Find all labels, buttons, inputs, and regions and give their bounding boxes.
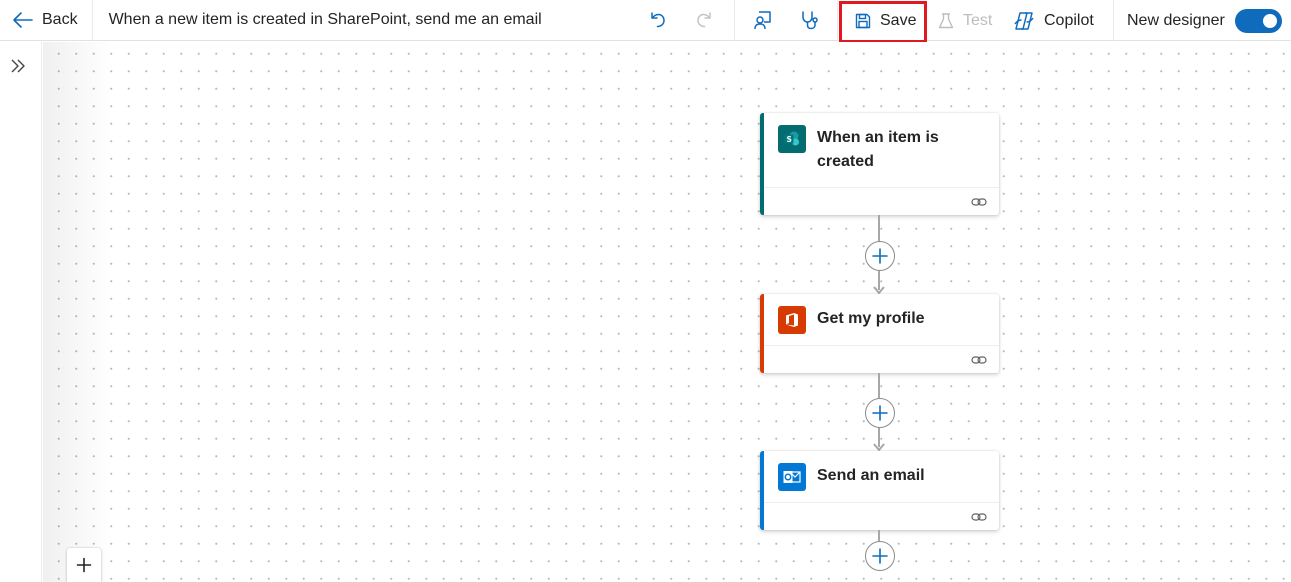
trigger-card[interactable]: S When an item is created: [760, 113, 999, 215]
flow-checker-icon: [754, 11, 771, 30]
flow-checker-button[interactable]: [747, 4, 779, 36]
diagnostics-button[interactable]: [794, 4, 826, 36]
card-footer: [764, 345, 999, 373]
copilot-icon: [1014, 11, 1034, 30]
test-label: Test: [963, 11, 993, 29]
back-button[interactable]: Back: [0, 0, 93, 41]
beaker-icon: [938, 12, 954, 28]
connection-link-icon[interactable]: [971, 354, 987, 366]
toolbar-divider: [837, 0, 838, 41]
test-button[interactable]: Test: [937, 0, 992, 41]
arrow-left-icon: [13, 12, 33, 28]
plus-icon: [872, 548, 888, 564]
zoom-in-button[interactable]: [67, 548, 101, 582]
insert-step-button[interactable]: [865, 398, 895, 428]
step-title: Send an email: [817, 467, 925, 484]
action-card[interactable]: Send an email: [760, 451, 999, 530]
sharepoint-icon: S: [778, 125, 806, 153]
insert-step-button[interactable]: [865, 241, 895, 271]
undo-icon: [651, 12, 665, 28]
new-designer-label: New designer: [1127, 11, 1225, 29]
copilot-label: Copilot: [1044, 11, 1094, 29]
undo-button[interactable]: [641, 4, 673, 36]
connector-line: [878, 373, 880, 398]
stethoscope-icon: [802, 11, 818, 30]
svg-text:S: S: [787, 135, 792, 144]
flow-name[interactable]: When a new item is created in SharePoint…: [93, 11, 633, 29]
connector-line: [878, 530, 880, 541]
designer-toolbar: Back When a new item is created in Share…: [0, 0, 1291, 43]
chevron-double-right-icon[interactable]: [8, 56, 28, 76]
outlook-icon: [778, 463, 806, 491]
action-card[interactable]: Get my profile: [760, 294, 999, 373]
step-title: When an item is created: [817, 129, 939, 170]
plus-icon: [872, 248, 888, 264]
connection-link-icon[interactable]: [971, 196, 987, 208]
new-designer-switch-group: New designer: [1113, 0, 1282, 41]
arrow-down-icon: [873, 443, 885, 451]
toolbar-divider: [734, 0, 735, 41]
step-title: Get my profile: [817, 310, 925, 327]
redo-icon: [697, 12, 711, 28]
card-footer: [764, 502, 999, 530]
back-label: Back: [42, 11, 78, 28]
canvas-edge-shadow: [43, 42, 113, 582]
redo-button[interactable]: [689, 4, 721, 36]
plus-icon: [872, 405, 888, 421]
flow-canvas[interactable]: [43, 42, 1291, 582]
connection-link-icon[interactable]: [971, 511, 987, 523]
connector-line: [878, 215, 880, 241]
arrow-down-icon: [873, 286, 885, 294]
left-rail: [0, 42, 42, 582]
save-highlight-box: [839, 1, 927, 43]
new-designer-toggle[interactable]: [1234, 8, 1282, 33]
copilot-button[interactable]: Copilot: [1012, 0, 1094, 41]
insert-step-button[interactable]: [865, 541, 895, 571]
office365-icon: [778, 306, 806, 334]
plus-icon: [76, 557, 92, 573]
card-footer: [764, 187, 999, 215]
